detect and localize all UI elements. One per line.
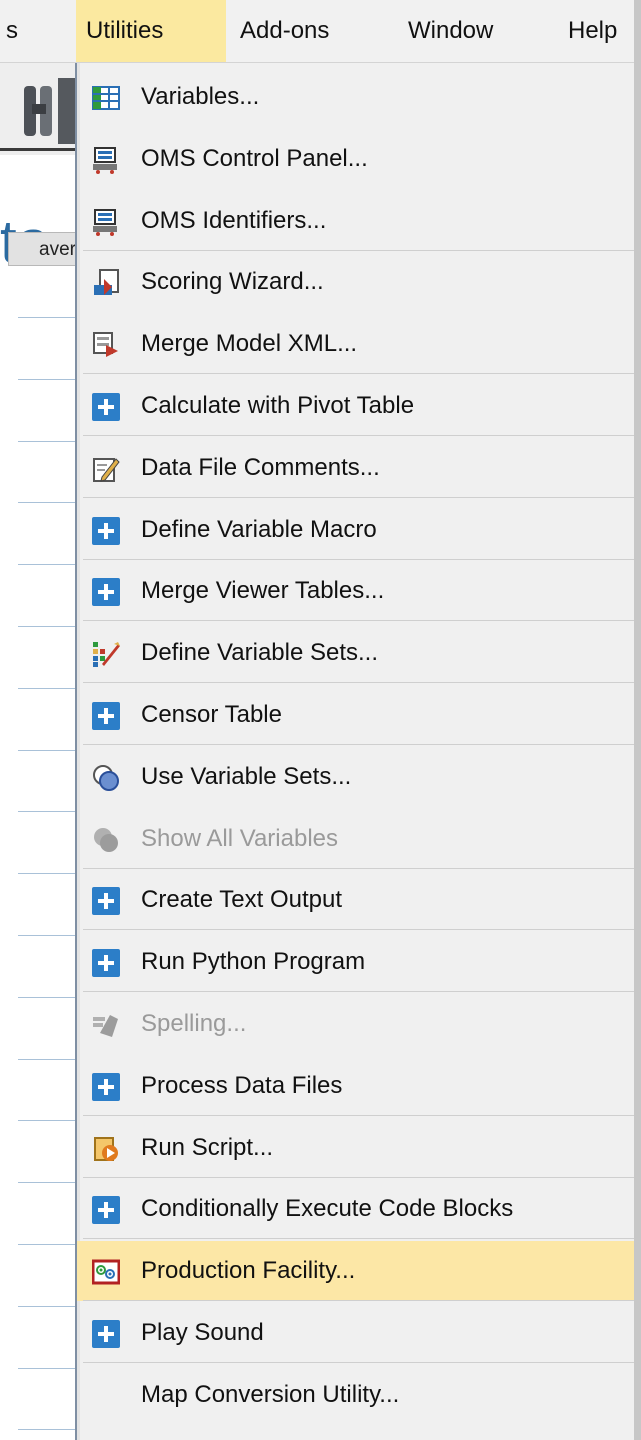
menu-item-censor-table[interactable]: Censor Table	[77, 685, 641, 745]
menu-item-label: Run Python Program	[141, 948, 366, 976]
menu-item-spelling: Spelling...	[77, 994, 641, 1054]
variables-grid-icon	[92, 84, 120, 112]
menu-item-data-file-comments[interactable]: Data File Comments...	[77, 438, 641, 498]
menu-item-process-data-files[interactable]: Process Data Files	[77, 1056, 641, 1116]
grid-line	[18, 750, 76, 751]
menu-item-label: Spelling...	[141, 1010, 247, 1037]
comments-pencil-icon	[92, 455, 120, 483]
menu-item-label: OMS Identifiers...	[141, 206, 327, 234]
menu-item-label: Calculate with Pivot Table	[141, 392, 415, 419]
variable-sets-icon	[92, 640, 120, 668]
menu-item-run-script[interactable]: Run Script...	[77, 1118, 641, 1178]
grid-line	[18, 317, 76, 318]
oms-control-panel-icon	[92, 146, 120, 174]
menu-item-label: Use Variable Sets...	[141, 762, 352, 790]
menu-item-use-variable-sets[interactable]: Use Variable Sets...	[77, 747, 641, 807]
menu-item-label: Data File Comments...	[141, 453, 380, 481]
grid-line	[18, 1429, 76, 1430]
menu-item-label: Map Conversion Utility...	[141, 1380, 400, 1408]
menu-item-label: Scoring Wizard...	[141, 268, 324, 296]
menu-item-play-sound[interactable]: Play Sound	[77, 1303, 641, 1363]
extension-plus-icon	[92, 578, 120, 607]
use-variable-sets-icon	[92, 764, 120, 792]
extension-plus-icon	[92, 516, 120, 545]
grid-line	[18, 379, 76, 380]
menu-item-variables[interactable]: Variables...	[77, 67, 641, 127]
production-facility-icon	[91, 1258, 121, 1286]
grid-line	[18, 1059, 76, 1060]
grid-line	[18, 564, 76, 565]
oms-identifiers-icon	[92, 208, 120, 236]
menu-item-label: Conditionally Execute Code Blocks	[141, 1195, 514, 1223]
window-edge	[634, 0, 641, 1440]
menu-item-production-facility[interactable]: Production Facility...	[77, 1241, 641, 1302]
spelling-icon	[92, 1011, 120, 1039]
extension-plus-icon	[92, 1320, 120, 1348]
menu-item-label: Define Variable Macro	[141, 515, 377, 543]
grid-line	[18, 1306, 76, 1307]
extension-plus-icon	[92, 702, 120, 730]
grid-line	[18, 1244, 76, 1245]
menu-item-show-all-variables: Show All Variables	[77, 809, 641, 869]
menu-item-label: Variables...	[141, 83, 260, 110]
binoculars-icon[interactable]	[22, 80, 56, 140]
menu-item-create-text-output[interactable]: Create Text Output	[77, 870, 641, 931]
menu-item-label: Create Text Output	[141, 886, 342, 914]
menu-bar-item-window[interactable]: Window	[408, 0, 493, 62]
background-column-header: aver	[8, 232, 76, 266]
grid-line	[18, 1120, 76, 1121]
run-script-icon	[92, 1135, 120, 1163]
menu-bar-item-help[interactable]: Help	[568, 0, 617, 62]
menu-item-label: Merge Model XML...	[141, 330, 358, 358]
menu-bar-item-utilities[interactable]: Utilities	[76, 0, 226, 62]
merge-model-xml-icon	[92, 331, 120, 359]
menu-item-calculate-with-pivot-table[interactable]: Calculate with Pivot Table	[77, 376, 641, 436]
menu-item-label: Show All Variables	[141, 824, 338, 852]
menu-bar-item-add-ons[interactable]: Add-ons	[240, 0, 329, 62]
menu-item-conditionally-execute-code-blocks[interactable]: Conditionally Execute Code Blocks	[77, 1179, 641, 1240]
extension-plus-icon	[92, 393, 120, 421]
menu-item-run-python-program[interactable]: Run Python Program	[77, 932, 641, 993]
grid-line	[18, 502, 76, 503]
grid-line	[18, 997, 76, 998]
menu-item-label: Play Sound	[141, 1319, 264, 1346]
grid-line	[18, 441, 76, 442]
menu-item-map-conversion-utility[interactable]: Map Conversion Utility...	[77, 1365, 641, 1425]
menu-item-merge-model-xml[interactable]: Merge Model XML...	[77, 314, 641, 375]
menu-item-label: Define Variable Sets...	[141, 639, 379, 667]
grid-line	[18, 811, 76, 812]
menu-bar-item-partial[interactable]: s	[6, 0, 18, 62]
extension-plus-icon	[92, 887, 120, 916]
grid-line	[18, 935, 76, 936]
menu-item-label: Censor Table	[141, 701, 282, 728]
grid-line	[18, 626, 76, 627]
menu-item-merge-viewer-tables[interactable]: Merge Viewer Tables...	[77, 561, 641, 622]
extension-plus-icon	[92, 1196, 120, 1225]
extension-plus-icon	[92, 949, 120, 978]
extension-plus-icon	[92, 1072, 120, 1101]
menu-item-label: OMS Control Panel...	[141, 144, 368, 172]
grid-line	[18, 873, 76, 874]
menu-item-label: Run Script...	[141, 1133, 274, 1161]
grid-line	[18, 688, 76, 689]
menu-item-label: Production Facility...	[141, 1257, 356, 1285]
menu-item-define-variable-sets[interactable]: Define Variable Sets...	[77, 623, 641, 684]
menu-item-oms-identifiers[interactable]: OMS Identifiers...	[77, 191, 641, 251]
grid-line	[18, 1368, 76, 1369]
scoring-wizard-icon	[92, 269, 120, 297]
menu-item-label: Process Data Files	[141, 1071, 343, 1099]
menu-item-define-variable-macro[interactable]: Define Variable Macro	[77, 500, 641, 560]
menu-item-oms-control-panel[interactable]: OMS Control Panel...	[77, 129, 641, 189]
utilities-dropdown-menu: Variables... OMS Control Panel... OMS Iden…	[75, 63, 641, 1440]
menu-bar: s Utilities Add-ons Window Help	[0, 0, 641, 63]
show-all-variables-icon	[92, 826, 120, 854]
menu-item-scoring-wizard[interactable]: Scoring Wizard...	[77, 252, 641, 312]
background-divider	[0, 148, 82, 151]
menu-item-label: Merge Viewer Tables...	[141, 577, 385, 605]
grid-line	[18, 1182, 76, 1183]
